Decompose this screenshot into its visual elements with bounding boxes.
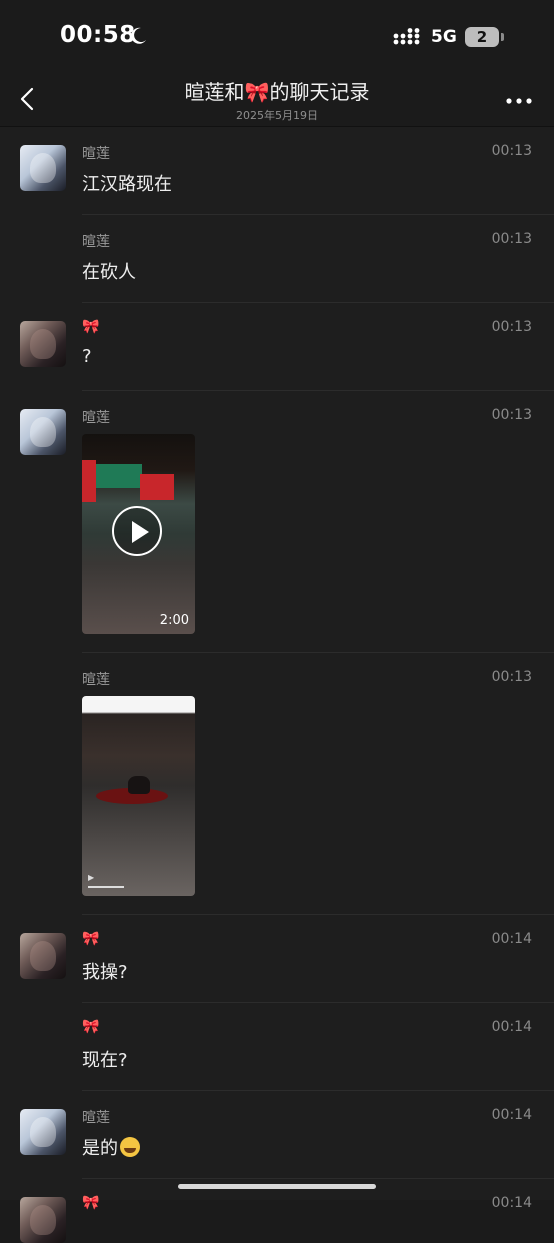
message-time: 00:14 <box>491 1019 532 1035</box>
laughing-crying-emoji-icon <box>120 1137 140 1157</box>
nav-header: 暄莲和🎀的聊天记录 2025年5月19日 <box>0 72 554 127</box>
sender-name: 暄莲 <box>82 672 110 688</box>
storefront-sign <box>96 464 142 488</box>
clock: 00:58 <box>60 22 136 48</box>
avatar[interactable] <box>20 145 66 191</box>
page-subtitle-date: 2025年5月19日 <box>236 109 318 122</box>
sender-name: 暄莲 <box>82 1110 110 1126</box>
title-block: 暄莲和🎀的聊天记录 2025年5月19日 <box>80 76 474 123</box>
battery-tip <box>501 33 504 41</box>
chat-message[interactable]: 🎀 00:14 现在? <box>82 1003 554 1091</box>
message-text: 江汉路现在 <box>82 174 172 195</box>
message-time: 00:14 <box>491 1107 532 1123</box>
sender-name: 🎀 <box>82 1019 100 1035</box>
message-text: 我操? <box>82 962 128 983</box>
mini-progress-bar <box>88 886 124 888</box>
sender-name: 暄莲 <box>82 410 110 426</box>
sender-name: 暄莲 <box>82 234 110 250</box>
avatar[interactable] <box>20 409 66 455</box>
chat-message[interactable]: 暄莲 00:13 江汉路现在 <box>20 127 554 215</box>
home-indicator[interactable] <box>178 1184 376 1189</box>
signal-icon <box>393 28 420 45</box>
message-text: 是的 <box>82 1138 118 1159</box>
message-time: 00:13 <box>491 319 532 335</box>
message-time: 00:14 <box>491 931 532 947</box>
storefront-sign <box>140 474 174 500</box>
message-time: 00:13 <box>491 407 532 423</box>
sender-name: 暄莲 <box>82 146 110 162</box>
message-time: 00:13 <box>491 143 532 159</box>
scene-figure <box>128 776 150 794</box>
battery-icon: 2 <box>465 27 499 47</box>
message-time: 00:13 <box>491 669 532 685</box>
more-options-icon[interactable] <box>506 98 532 104</box>
status-bar: 00:58 5G 2 <box>0 0 554 72</box>
chat-message[interactable]: 暄莲 00:14 是的 <box>20 1091 554 1179</box>
mini-play-icon: ▶ <box>88 873 95 882</box>
chat-history-list[interactable]: 暄莲 00:13 江汉路现在 暄莲 00:13 在砍人 🎀 00:13 ? 暄莲… <box>0 127 554 1243</box>
avatar[interactable] <box>20 933 66 979</box>
chat-message[interactable]: 🎀 00:13 ? <box>20 303 554 391</box>
chat-message[interactable]: 暄莲 00:13 在砍人 <box>82 215 554 303</box>
sender-name: 🎀 <box>82 1195 100 1211</box>
screenshot-thumbnail[interactable]: ▶ <box>82 696 195 896</box>
avatar[interactable] <box>20 1197 66 1243</box>
network-label: 5G <box>431 27 457 47</box>
video-duration: 2:00 <box>159 613 189 628</box>
message-time: 00:14 <box>491 1195 532 1211</box>
chat-message[interactable]: 暄莲 00:13 ▶ <box>82 653 554 915</box>
sender-name: 🎀 <box>82 931 100 947</box>
avatar[interactable] <box>20 321 66 367</box>
play-icon[interactable] <box>112 506 162 556</box>
moon-icon <box>131 27 146 44</box>
back-chevron-icon[interactable] <box>16 86 40 112</box>
message-text: ? <box>82 346 92 367</box>
message-time: 00:13 <box>491 231 532 247</box>
chat-message[interactable]: 🎀 00:14 我操? <box>20 915 554 1003</box>
video-thumbnail[interactable]: 2:00 <box>82 434 195 634</box>
page-title: 暄莲和🎀的聊天记录 <box>184 80 370 104</box>
message-text-wrap: 是的 <box>82 1134 140 1160</box>
storefront-sign <box>82 460 96 502</box>
message-text: 现在? <box>82 1050 128 1071</box>
chat-message[interactable]: 暄莲 00:13 2:00 <box>20 391 554 653</box>
avatar[interactable] <box>20 1109 66 1155</box>
message-text: 在砍人 <box>82 262 136 283</box>
sender-name: 🎀 <box>82 319 100 335</box>
